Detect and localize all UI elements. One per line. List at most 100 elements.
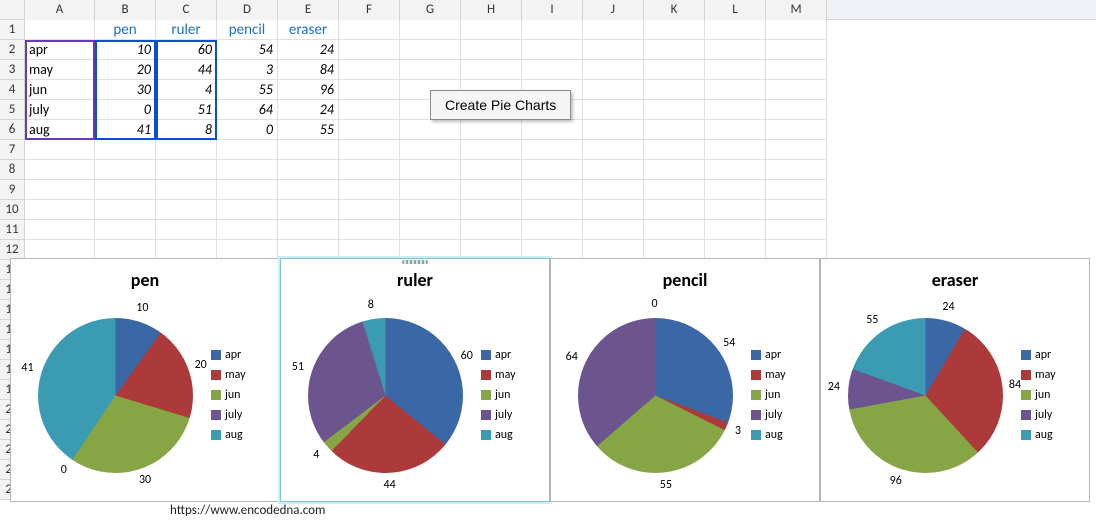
cell-F6[interactable] — [339, 120, 400, 140]
cell-F7[interactable] — [339, 140, 400, 160]
cell-A5[interactable]: july — [25, 100, 95, 120]
row-header-8[interactable]: 8 — [0, 160, 25, 180]
cell-H2[interactable] — [461, 40, 522, 60]
chart-card-ruler[interactable]: ruler60444518aprmayjunjulyaug — [280, 258, 550, 502]
cell-L3[interactable] — [705, 60, 766, 80]
cell-A1[interactable] — [25, 20, 95, 40]
cell-I2[interactable] — [522, 40, 583, 60]
cell-D10[interactable] — [217, 200, 278, 220]
cell-B9[interactable] — [95, 180, 156, 200]
cell-H7[interactable] — [461, 140, 522, 160]
cell-E9[interactable] — [278, 180, 339, 200]
cell-I6[interactable] — [522, 120, 583, 140]
cell-M6[interactable] — [766, 120, 827, 140]
cell-K11[interactable] — [644, 220, 705, 240]
cell-F3[interactable] — [339, 60, 400, 80]
cell-J7[interactable] — [583, 140, 644, 160]
cell-L2[interactable] — [705, 40, 766, 60]
cell-H12[interactable] — [461, 240, 522, 260]
cell-M2[interactable] — [766, 40, 827, 60]
cell-A11[interactable] — [25, 220, 95, 240]
cell-F2[interactable] — [339, 40, 400, 60]
column-header-B[interactable]: B — [95, 0, 156, 20]
cell-L1[interactable] — [705, 20, 766, 40]
cell-F5[interactable] — [339, 100, 400, 120]
cell-E12[interactable] — [278, 240, 339, 260]
cell-G8[interactable] — [400, 160, 461, 180]
column-header-A[interactable]: A — [25, 0, 95, 20]
column-header-F[interactable]: F — [339, 0, 400, 20]
cell-J5[interactable] — [583, 100, 644, 120]
cell-K10[interactable] — [644, 200, 705, 220]
cell-I7[interactable] — [522, 140, 583, 160]
cell-D12[interactable] — [217, 240, 278, 260]
row-header-5[interactable]: 5 — [0, 100, 25, 120]
cell-F4[interactable] — [339, 80, 400, 100]
cell-E3[interactable]: 84 — [278, 60, 339, 80]
cell-L10[interactable] — [705, 200, 766, 220]
cell-L12[interactable] — [705, 240, 766, 260]
cell-A10[interactable] — [25, 200, 95, 220]
cell-C7[interactable] — [156, 140, 217, 160]
cell-L4[interactable] — [705, 80, 766, 100]
row-header-11[interactable]: 11 — [0, 220, 25, 240]
cell-B4[interactable]: 30 — [95, 80, 156, 100]
row-header-12[interactable]: 12 — [0, 240, 25, 260]
cell-E7[interactable] — [278, 140, 339, 160]
cell-A7[interactable] — [25, 140, 95, 160]
cell-K9[interactable] — [644, 180, 705, 200]
cell-J9[interactable] — [583, 180, 644, 200]
cell-M5[interactable] — [766, 100, 827, 120]
cell-K6[interactable] — [644, 120, 705, 140]
cell-D7[interactable] — [217, 140, 278, 160]
row-header-1[interactable]: 1 — [0, 20, 25, 40]
row-header-2[interactable]: 2 — [0, 40, 25, 60]
cell-D5[interactable]: 64 — [217, 100, 278, 120]
cell-B1[interactable]: pen — [95, 20, 156, 40]
cell-K7[interactable] — [644, 140, 705, 160]
cell-E5[interactable]: 24 — [278, 100, 339, 120]
cell-D4[interactable]: 55 — [217, 80, 278, 100]
cell-J3[interactable] — [583, 60, 644, 80]
cell-B7[interactable] — [95, 140, 156, 160]
row-header-6[interactable]: 6 — [0, 120, 25, 140]
cell-C9[interactable] — [156, 180, 217, 200]
cell-E10[interactable] — [278, 200, 339, 220]
cell-I1[interactable] — [522, 20, 583, 40]
cell-K4[interactable] — [644, 80, 705, 100]
cell-K2[interactable] — [644, 40, 705, 60]
cell-D6[interactable]: 0 — [217, 120, 278, 140]
cell-M7[interactable] — [766, 140, 827, 160]
cell-B3[interactable]: 20 — [95, 60, 156, 80]
cell-J2[interactable] — [583, 40, 644, 60]
cell-D11[interactable] — [217, 220, 278, 240]
cell-D8[interactable] — [217, 160, 278, 180]
cell-B8[interactable] — [95, 160, 156, 180]
row-header-10[interactable]: 10 — [0, 200, 25, 220]
cell-I10[interactable] — [522, 200, 583, 220]
cell-B10[interactable] — [95, 200, 156, 220]
cell-C8[interactable] — [156, 160, 217, 180]
cell-C12[interactable] — [156, 240, 217, 260]
cell-B6[interactable]: 41 — [95, 120, 156, 140]
cell-A12[interactable] — [25, 240, 95, 260]
cell-K8[interactable] — [644, 160, 705, 180]
cell-H6[interactable] — [461, 120, 522, 140]
cell-E4[interactable]: 96 — [278, 80, 339, 100]
cell-H8[interactable] — [461, 160, 522, 180]
cell-K3[interactable] — [644, 60, 705, 80]
cell-H9[interactable] — [461, 180, 522, 200]
column-header-L[interactable]: L — [705, 0, 766, 20]
cell-L8[interactable] — [705, 160, 766, 180]
row-header-3[interactable]: 3 — [0, 60, 25, 80]
cell-L5[interactable] — [705, 100, 766, 120]
cell-J6[interactable] — [583, 120, 644, 140]
cell-M11[interactable] — [766, 220, 827, 240]
cell-J11[interactable] — [583, 220, 644, 240]
cell-F1[interactable] — [339, 20, 400, 40]
cell-D2[interactable]: 54 — [217, 40, 278, 60]
cell-I8[interactable] — [522, 160, 583, 180]
select-all-corner[interactable] — [0, 0, 25, 19]
cell-A8[interactable] — [25, 160, 95, 180]
cell-L11[interactable] — [705, 220, 766, 240]
